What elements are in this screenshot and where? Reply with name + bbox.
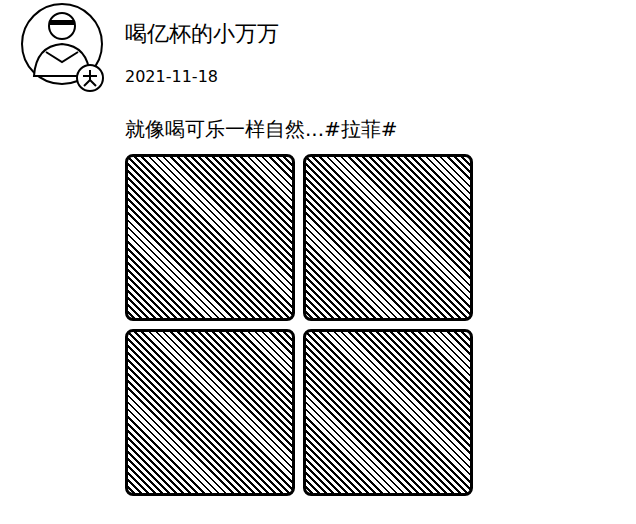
post-date: 2021-11-18 (125, 67, 485, 88)
post: 喝亿杯的小万万 2021-11-18 就像喝可乐一样自然...#拉菲# (0, 0, 636, 496)
avatar[interactable] (20, 0, 108, 100)
photo-grid (125, 154, 485, 496)
photo[interactable] (303, 329, 473, 496)
photo[interactable] (125, 154, 295, 321)
author-name[interactable]: 喝亿杯的小万万 (125, 20, 485, 49)
photo[interactable] (125, 329, 295, 496)
post-text: 就像喝可乐一样自然...#拉菲# (125, 116, 485, 142)
badge-icon (77, 65, 103, 91)
person-icon (20, 0, 108, 100)
photo[interactable] (303, 154, 473, 321)
